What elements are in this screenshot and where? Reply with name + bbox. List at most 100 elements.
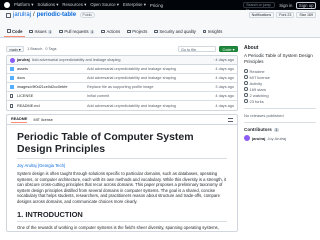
repo-name-link[interactable]: periodic-table xyxy=(37,12,76,18)
table-row[interactable]: assets Add adversarial unpredictability … xyxy=(7,65,237,74)
code-icon xyxy=(7,29,11,33)
nav-pricing[interactable]: Pricing xyxy=(150,3,163,8)
visibility-badge: Public xyxy=(80,12,95,18)
divider xyxy=(244,122,316,124)
tags-link[interactable]: 0 Tags xyxy=(45,47,56,51)
go-to-file-input[interactable]: Go to file xyxy=(177,45,216,53)
file-name[interactable]: README.md xyxy=(17,104,87,108)
table-row[interactable]: LICENSE Initial commit 4 days ago xyxy=(7,92,237,101)
nav-enterprise[interactable]: Enterprise ▾ xyxy=(123,2,146,8)
sign-in-link[interactable]: Sign in xyxy=(279,3,292,8)
tab-insights[interactable]: Insights xyxy=(200,27,225,37)
play-icon xyxy=(101,29,105,34)
shield-icon xyxy=(154,29,158,34)
file-name[interactable]: docs xyxy=(17,76,87,80)
avatar[interactable] xyxy=(244,135,250,142)
contributor-fullname: Joy Arulraj xyxy=(267,135,287,141)
nav-open-source[interactable]: Open Source ▾ xyxy=(90,2,119,8)
sign-up-button[interactable]: Sign up xyxy=(296,1,316,9)
readme-tabs: README MIT license xyxy=(7,115,237,125)
repo-title: jarulraj / periodic-table Public xyxy=(6,12,95,18)
folder-icon xyxy=(10,76,14,80)
file-age: 4 days ago xyxy=(215,67,234,71)
issue-icon xyxy=(29,29,33,34)
table-row[interactable]: README.md Add adversarial unpredictabili… xyxy=(7,101,237,110)
folder-icon xyxy=(10,85,14,89)
commit-message[interactable]: Add adversarial unpredictability and lea… xyxy=(32,58,211,62)
search-input[interactable]: Search or jump to... xyxy=(243,2,276,12)
branch-select[interactable]: main ▾ xyxy=(6,45,25,53)
nav-solutions[interactable]: Solutions ▾ xyxy=(37,2,58,8)
tab-code[interactable]: Code xyxy=(4,27,26,37)
eye-icon xyxy=(244,93,248,97)
tab-issues[interactable]: Issues 1 xyxy=(26,27,55,37)
contributor-username[interactable]: jarulraj xyxy=(252,136,265,141)
divider xyxy=(244,108,316,109)
readme-authors[interactable]: Joy Arulraj (Georgia Tech) xyxy=(17,163,227,168)
repo-owner-link[interactable]: jarulraj xyxy=(13,12,31,18)
contributors-heading[interactable]: Contributors 1 xyxy=(244,127,316,132)
file-age: 4 days ago xyxy=(215,103,234,108)
graph-icon xyxy=(202,29,207,34)
commit-author[interactable]: jarulraj xyxy=(17,58,30,62)
forks-link[interactable]: 23 forks xyxy=(244,98,316,104)
repo-book-icon xyxy=(6,12,11,18)
repo-tabs: Code Issues 1 Pull requests 1 Actions Pr… xyxy=(4,27,225,37)
file-icon xyxy=(10,94,13,98)
fork-button[interactable]: Fork 23 xyxy=(276,12,295,18)
tab-label: Insights xyxy=(207,29,223,34)
star-icon xyxy=(244,87,248,91)
pull-request-icon xyxy=(59,29,63,34)
file-commit-message[interactable]: Initial commit xyxy=(87,94,215,98)
file-commit-message[interactable]: Replace file as supporting profile image xyxy=(87,85,215,89)
folder-icon xyxy=(10,67,14,71)
avatar[interactable] xyxy=(10,57,15,63)
tab-actions[interactable]: Actions xyxy=(98,27,123,37)
readme-panel: README MIT license Periodic Table of Com… xyxy=(6,114,238,232)
branches-link[interactable]: 1 Branch xyxy=(27,47,42,51)
tab-readme[interactable]: README xyxy=(11,117,28,123)
tab-count: 1 xyxy=(48,29,53,34)
file-icon xyxy=(10,103,13,108)
commit-meta: · 4 days ago xyxy=(213,58,234,62)
file-commit-message[interactable]: Add adversarial unpredictability and lea… xyxy=(87,67,215,71)
pulse-icon xyxy=(244,81,248,85)
table-row[interactable]: images/c9f0d21ce0d2cc0ebfe Replace file … xyxy=(7,83,237,92)
notifications-button[interactable]: Notifications xyxy=(248,12,275,18)
contributors-count: 1 xyxy=(273,127,279,132)
file-age: 3 days ago xyxy=(215,85,234,89)
file-age: 4 days ago xyxy=(215,94,234,98)
nav-resources[interactable]: Resources ▾ xyxy=(62,2,86,8)
repo-header: jarulraj / periodic-table Public Notific… xyxy=(0,10,320,38)
file-name[interactable]: LICENSE xyxy=(17,94,87,98)
tab-projects[interactable]: Projects xyxy=(124,27,150,37)
releases-note: No releases published xyxy=(244,113,284,118)
table-row[interactable]: docs Add adversarial unpredictability an… xyxy=(7,74,237,83)
file-commit-message[interactable]: Add adversarial unpredictability and lea… xyxy=(87,104,215,108)
tab-label: Security and quality xyxy=(159,29,196,34)
main-content: main ▾ 1 Branch 0 Tags Go to file Code ▾… xyxy=(6,45,238,232)
code-toolbar: main ▾ 1 Branch 0 Tags Go to file Code ▾ xyxy=(6,45,238,53)
readme-intro: System design is often taught through so… xyxy=(17,171,227,204)
latest-commit: jarulraj Add adversarial unpredictabilit… xyxy=(7,56,237,65)
repo-separator: / xyxy=(33,12,35,18)
tab-security[interactable]: Security and quality xyxy=(151,27,199,37)
outline-list-icon[interactable] xyxy=(228,117,233,122)
contributors-label: Contributors xyxy=(244,127,272,133)
about-sidebar: About A Periodic Table of System Design … xyxy=(244,45,316,142)
nav-platform[interactable]: Platform ▾ xyxy=(14,2,33,8)
contributor-item[interactable]: jarulraj Joy Arulraj xyxy=(244,135,316,142)
fork-icon xyxy=(244,99,248,103)
readme-section-heading: 1. INTRODUCTION xyxy=(17,210,227,222)
github-logo-icon[interactable] xyxy=(4,2,10,8)
tab-label: Code xyxy=(12,28,23,34)
tab-pull-requests[interactable]: Pull requests 1 xyxy=(56,27,97,37)
code-button[interactable]: Code ▾ xyxy=(218,45,238,53)
star-button[interactable]: Star 169 xyxy=(296,12,316,18)
tab-license[interactable]: MIT license xyxy=(33,118,52,122)
file-name[interactable]: images/c9f0d21ce0d2cc0ebfe xyxy=(17,85,87,89)
repo-actions: Notifications Fork 23 Star 169 xyxy=(248,12,316,18)
tab-label: Actions xyxy=(106,29,121,34)
file-commit-message[interactable]: Add adversarial unpredictability and lea… xyxy=(87,76,215,80)
file-name[interactable]: assets xyxy=(17,67,87,71)
